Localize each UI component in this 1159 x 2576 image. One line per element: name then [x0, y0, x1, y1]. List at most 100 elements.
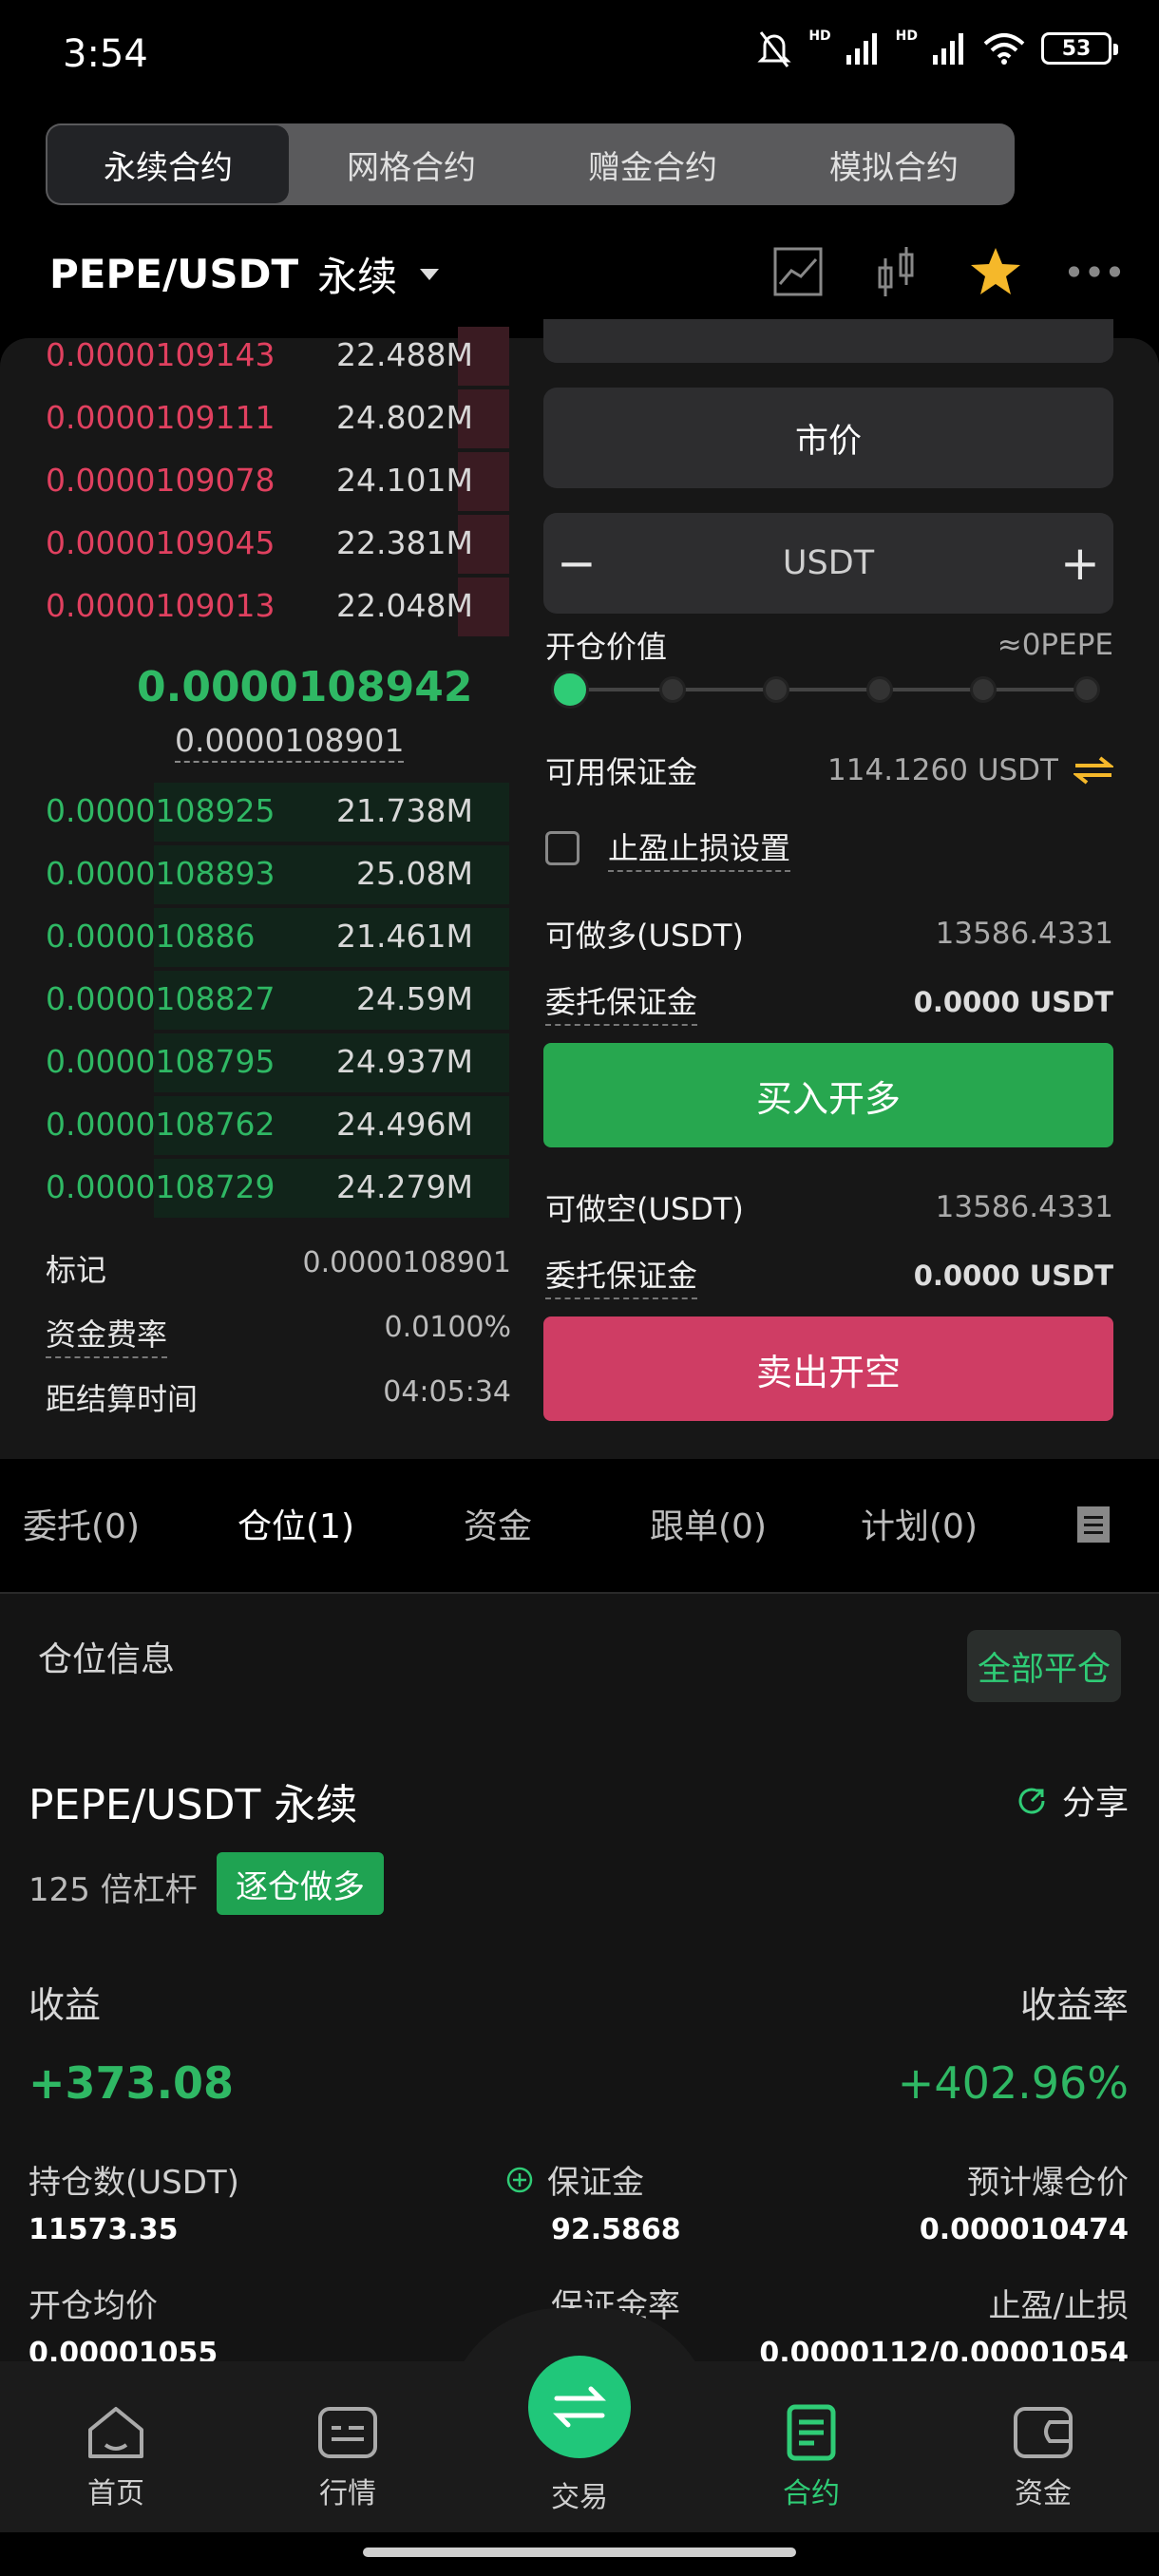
- ask-price: 0.0000109078: [46, 462, 276, 499]
- ask-qty: 22.048M: [336, 587, 473, 624]
- bid-qty: 24.937M: [336, 1043, 473, 1080]
- short-margin-row: 委托保证金 0.0000 USDT: [545, 1252, 1113, 1299]
- ask-qty: 22.488M: [336, 336, 473, 373]
- ask-row[interactable]: 0.0000109078 24.101M: [0, 450, 513, 513]
- long-margin-label[interactable]: 委托保证金: [545, 978, 698, 1026]
- tab-bonus[interactable]: 赠金合约: [532, 123, 773, 205]
- bid-row[interactable]: 0.0000108827 24.59M: [0, 969, 513, 1032]
- buy-long-button[interactable]: 买入开多: [543, 1043, 1113, 1147]
- pnl-label: 收益: [28, 1984, 102, 2026]
- bid-qty: 25.08M: [356, 855, 473, 892]
- info-label[interactable]: 资金费率: [46, 1311, 168, 1358]
- available-margin-row: 可用保证金 114.1260 USDT: [545, 748, 1113, 792]
- bid-qty: 21.461M: [336, 918, 473, 955]
- bid-row[interactable]: 0.0000108795 24.937M: [0, 1032, 513, 1094]
- tab-grid[interactable]: 网格合约: [291, 123, 532, 205]
- info-label: 距结算时间: [46, 1381, 199, 1417]
- chart-icon[interactable]: [771, 245, 825, 298]
- more-icon[interactable]: [1068, 245, 1121, 298]
- nav-trade[interactable]: 交易: [504, 2473, 656, 2515]
- minus-button[interactable]: −: [543, 513, 610, 614]
- bid-row[interactable]: 0.0000108925 21.738M: [0, 781, 513, 843]
- ask-row[interactable]: 0.0000109111 24.802M: [0, 388, 513, 450]
- plus-button[interactable]: +: [1047, 513, 1113, 614]
- leverage-label: 125 倍杠杆: [28, 1871, 198, 1909]
- position-section: [0, 1594, 1159, 2363]
- margin-label: 保证金: [547, 2164, 644, 2202]
- ask-row[interactable]: 0.0000109045 22.381M: [0, 513, 513, 576]
- candlestick-icon[interactable]: [870, 245, 923, 298]
- tab-orders[interactable]: 委托(0): [23, 1499, 140, 1548]
- ask-price: 0.0000109111: [46, 399, 276, 436]
- nav-label: 合约: [783, 2477, 840, 2510]
- tab-perpetual[interactable]: 永续合约: [48, 125, 289, 203]
- last-price: 0.0000108942: [137, 663, 473, 711]
- ask-row[interactable]: 0.0000109143 22.488M: [0, 325, 513, 388]
- tab-positions[interactable]: 仓位(1): [238, 1499, 354, 1548]
- long-max-value: 13586.4331: [935, 917, 1113, 951]
- contract-icon: [787, 2404, 836, 2461]
- slider-stop[interactable]: [866, 676, 893, 703]
- slider-stop[interactable]: [1074, 676, 1100, 703]
- slider-handle[interactable]: [551, 671, 589, 709]
- trade-icon: [553, 2386, 606, 2428]
- bid-row[interactable]: 0.0000108729 24.279M: [0, 1157, 513, 1220]
- bid-qty: 21.738M: [336, 792, 473, 829]
- position-pair: PEPE/USDT 永续: [28, 1781, 358, 1829]
- tpsl-row[interactable]: 止盈止损设置: [545, 824, 1113, 872]
- size-label: 持仓数(USDT): [28, 2164, 239, 2202]
- nav-market[interactable]: 行情: [272, 2403, 424, 2511]
- tab-demo[interactable]: 模拟合约: [773, 123, 1015, 205]
- order-type-select[interactable]: 市价: [543, 388, 1113, 488]
- long-max-label: 可做多(USDT): [545, 918, 744, 954]
- transfer-icon[interactable]: [1074, 755, 1113, 786]
- ask-qty: 22.381M: [336, 524, 473, 561]
- tab-copy-trading[interactable]: 跟单(0): [650, 1499, 767, 1548]
- tpsl-label[interactable]: 止盈止损设置: [608, 824, 791, 872]
- mark-price[interactable]: 0.0000108901: [175, 722, 405, 763]
- trade-fab[interactable]: [528, 2356, 631, 2458]
- bid-price: 0.000010886: [46, 918, 256, 955]
- favorite-star-icon[interactable]: [969, 245, 1022, 298]
- home-indicator[interactable]: [363, 2548, 796, 2557]
- bid-row[interactable]: 0.0000108762 24.496M: [0, 1094, 513, 1157]
- short-margin-label[interactable]: 委托保证金: [545, 1252, 698, 1299]
- pair-name: PEPE/USDT: [49, 251, 299, 297]
- tpsl-checkbox[interactable]: [545, 831, 580, 865]
- nav-contract[interactable]: 合约: [735, 2403, 887, 2511]
- sell-short-button[interactable]: 卖出开空: [543, 1316, 1113, 1421]
- nav-wallet[interactable]: 资金: [967, 2403, 1119, 2511]
- price-field-partial[interactable]: [543, 319, 1113, 363]
- nav-home[interactable]: 首页: [40, 2403, 192, 2511]
- available-margin-label: 可用保证金: [545, 754, 698, 790]
- nav-label: 行情: [319, 2477, 376, 2510]
- slider-stop[interactable]: [763, 676, 789, 703]
- close-all-button[interactable]: 全部平仓: [967, 1630, 1121, 1702]
- info-value: 0.0000108901: [302, 1246, 512, 1279]
- slider-stop[interactable]: [659, 676, 686, 703]
- tab-plans[interactable]: 计划(0): [861, 1499, 978, 1548]
- liq-price-label: 预计爆仓价: [967, 2164, 1129, 2202]
- tpsl-pos-label: 止盈/止损: [988, 2287, 1129, 2325]
- bid-row[interactable]: 0.000010886 21.461M: [0, 906, 513, 969]
- settlement-time-row: 距结算时间 04:05:34: [46, 1375, 511, 1419]
- share-button[interactable]: 分享: [1015, 1776, 1129, 1825]
- add-margin-icon[interactable]: [505, 2166, 534, 2194]
- history-icon[interactable]: [1075, 1505, 1112, 1548]
- bid-qty: 24.496M: [336, 1106, 473, 1143]
- amount-slider[interactable]: [551, 671, 1100, 709]
- pair-selector[interactable]: PEPE/USDT 永续: [49, 245, 440, 303]
- ask-row[interactable]: 0.0000109013 22.048M: [0, 576, 513, 638]
- hd-label: HD: [895, 28, 918, 44]
- size-value: 11573.35: [28, 2213, 179, 2246]
- bid-price: 0.0000108729: [46, 1168, 276, 1205]
- signal-icon: [846, 33, 877, 65]
- signal-icon: [933, 33, 963, 65]
- amount-input[interactable]: USDT − +: [543, 513, 1113, 614]
- bid-price: 0.0000108762: [46, 1106, 276, 1143]
- ask-price: 0.0000109013: [46, 587, 276, 624]
- long-margin-value: 0.0000 USDT: [913, 986, 1113, 1018]
- slider-stop[interactable]: [970, 676, 997, 703]
- tab-assets[interactable]: 资金: [464, 1499, 532, 1548]
- bid-row[interactable]: 0.0000108893 25.08M: [0, 843, 513, 906]
